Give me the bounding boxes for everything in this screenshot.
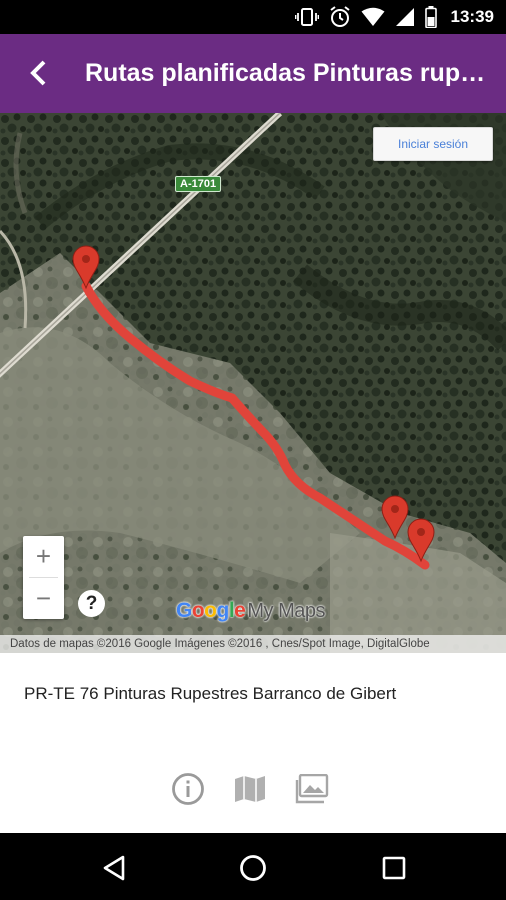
app-bar: Rutas planificadas Pinturas rupestres bbox=[0, 34, 506, 113]
logo-suffix: My Maps bbox=[247, 600, 325, 622]
map-view[interactable]: A-1701 Iniciar sesión + − ? Google My Map… bbox=[0, 113, 506, 653]
help-button[interactable]: ? bbox=[78, 590, 105, 617]
info-panel: PR-TE 76 Pinturas Rupestres Barranco de … bbox=[0, 653, 506, 833]
back-button[interactable] bbox=[18, 52, 58, 94]
vibrate-icon bbox=[294, 8, 319, 26]
zoom-in-button[interactable]: + bbox=[23, 536, 64, 577]
home-circle-icon bbox=[240, 855, 266, 881]
signal-icon bbox=[395, 8, 414, 26]
route-name: PR-TE 76 Pinturas Rupestres Barranco de … bbox=[24, 684, 397, 703]
zoom-controls: + − bbox=[23, 536, 64, 619]
road-label: A-1701 bbox=[175, 176, 222, 192]
recents-square-icon bbox=[382, 856, 406, 880]
alarm-icon bbox=[329, 6, 350, 27]
page-title: Rutas planificadas Pinturas rupestres bbox=[85, 59, 496, 87]
wifi-icon bbox=[361, 7, 385, 26]
nav-recents-button[interactable] bbox=[372, 846, 416, 890]
map-attribution[interactable]: Datos de mapas ©2016 Google Imágenes ©20… bbox=[0, 635, 506, 653]
zoom-out-button[interactable]: − bbox=[23, 578, 64, 619]
logo-letter: g bbox=[216, 599, 230, 622]
status-icons: 13:39 bbox=[294, 0, 494, 34]
map-button[interactable] bbox=[232, 771, 268, 807]
status-bar: 13:39 bbox=[0, 0, 506, 34]
system-nav-bar bbox=[0, 833, 506, 900]
action-icons bbox=[170, 771, 330, 807]
back-triangle-icon bbox=[103, 855, 125, 881]
info-button[interactable] bbox=[170, 771, 206, 807]
login-button[interactable]: Iniciar sesión bbox=[373, 127, 493, 161]
status-time: 13:39 bbox=[450, 7, 494, 26]
google-my-maps-logo: Google My Maps bbox=[176, 599, 325, 623]
battery-icon bbox=[424, 6, 437, 28]
nav-back-button[interactable] bbox=[92, 846, 136, 890]
map-icon bbox=[235, 776, 265, 802]
chevron-left-icon bbox=[30, 60, 46, 86]
gallery-icon bbox=[295, 774, 329, 804]
logo-letter: o bbox=[204, 599, 217, 622]
nav-home-button[interactable] bbox=[231, 846, 275, 890]
logo-letter: G bbox=[176, 599, 192, 622]
logo-letter: o bbox=[191, 599, 205, 622]
gallery-button[interactable] bbox=[294, 771, 330, 807]
info-icon bbox=[172, 773, 204, 805]
satellite-imagery bbox=[0, 113, 506, 653]
logo-letter: e bbox=[234, 599, 246, 622]
